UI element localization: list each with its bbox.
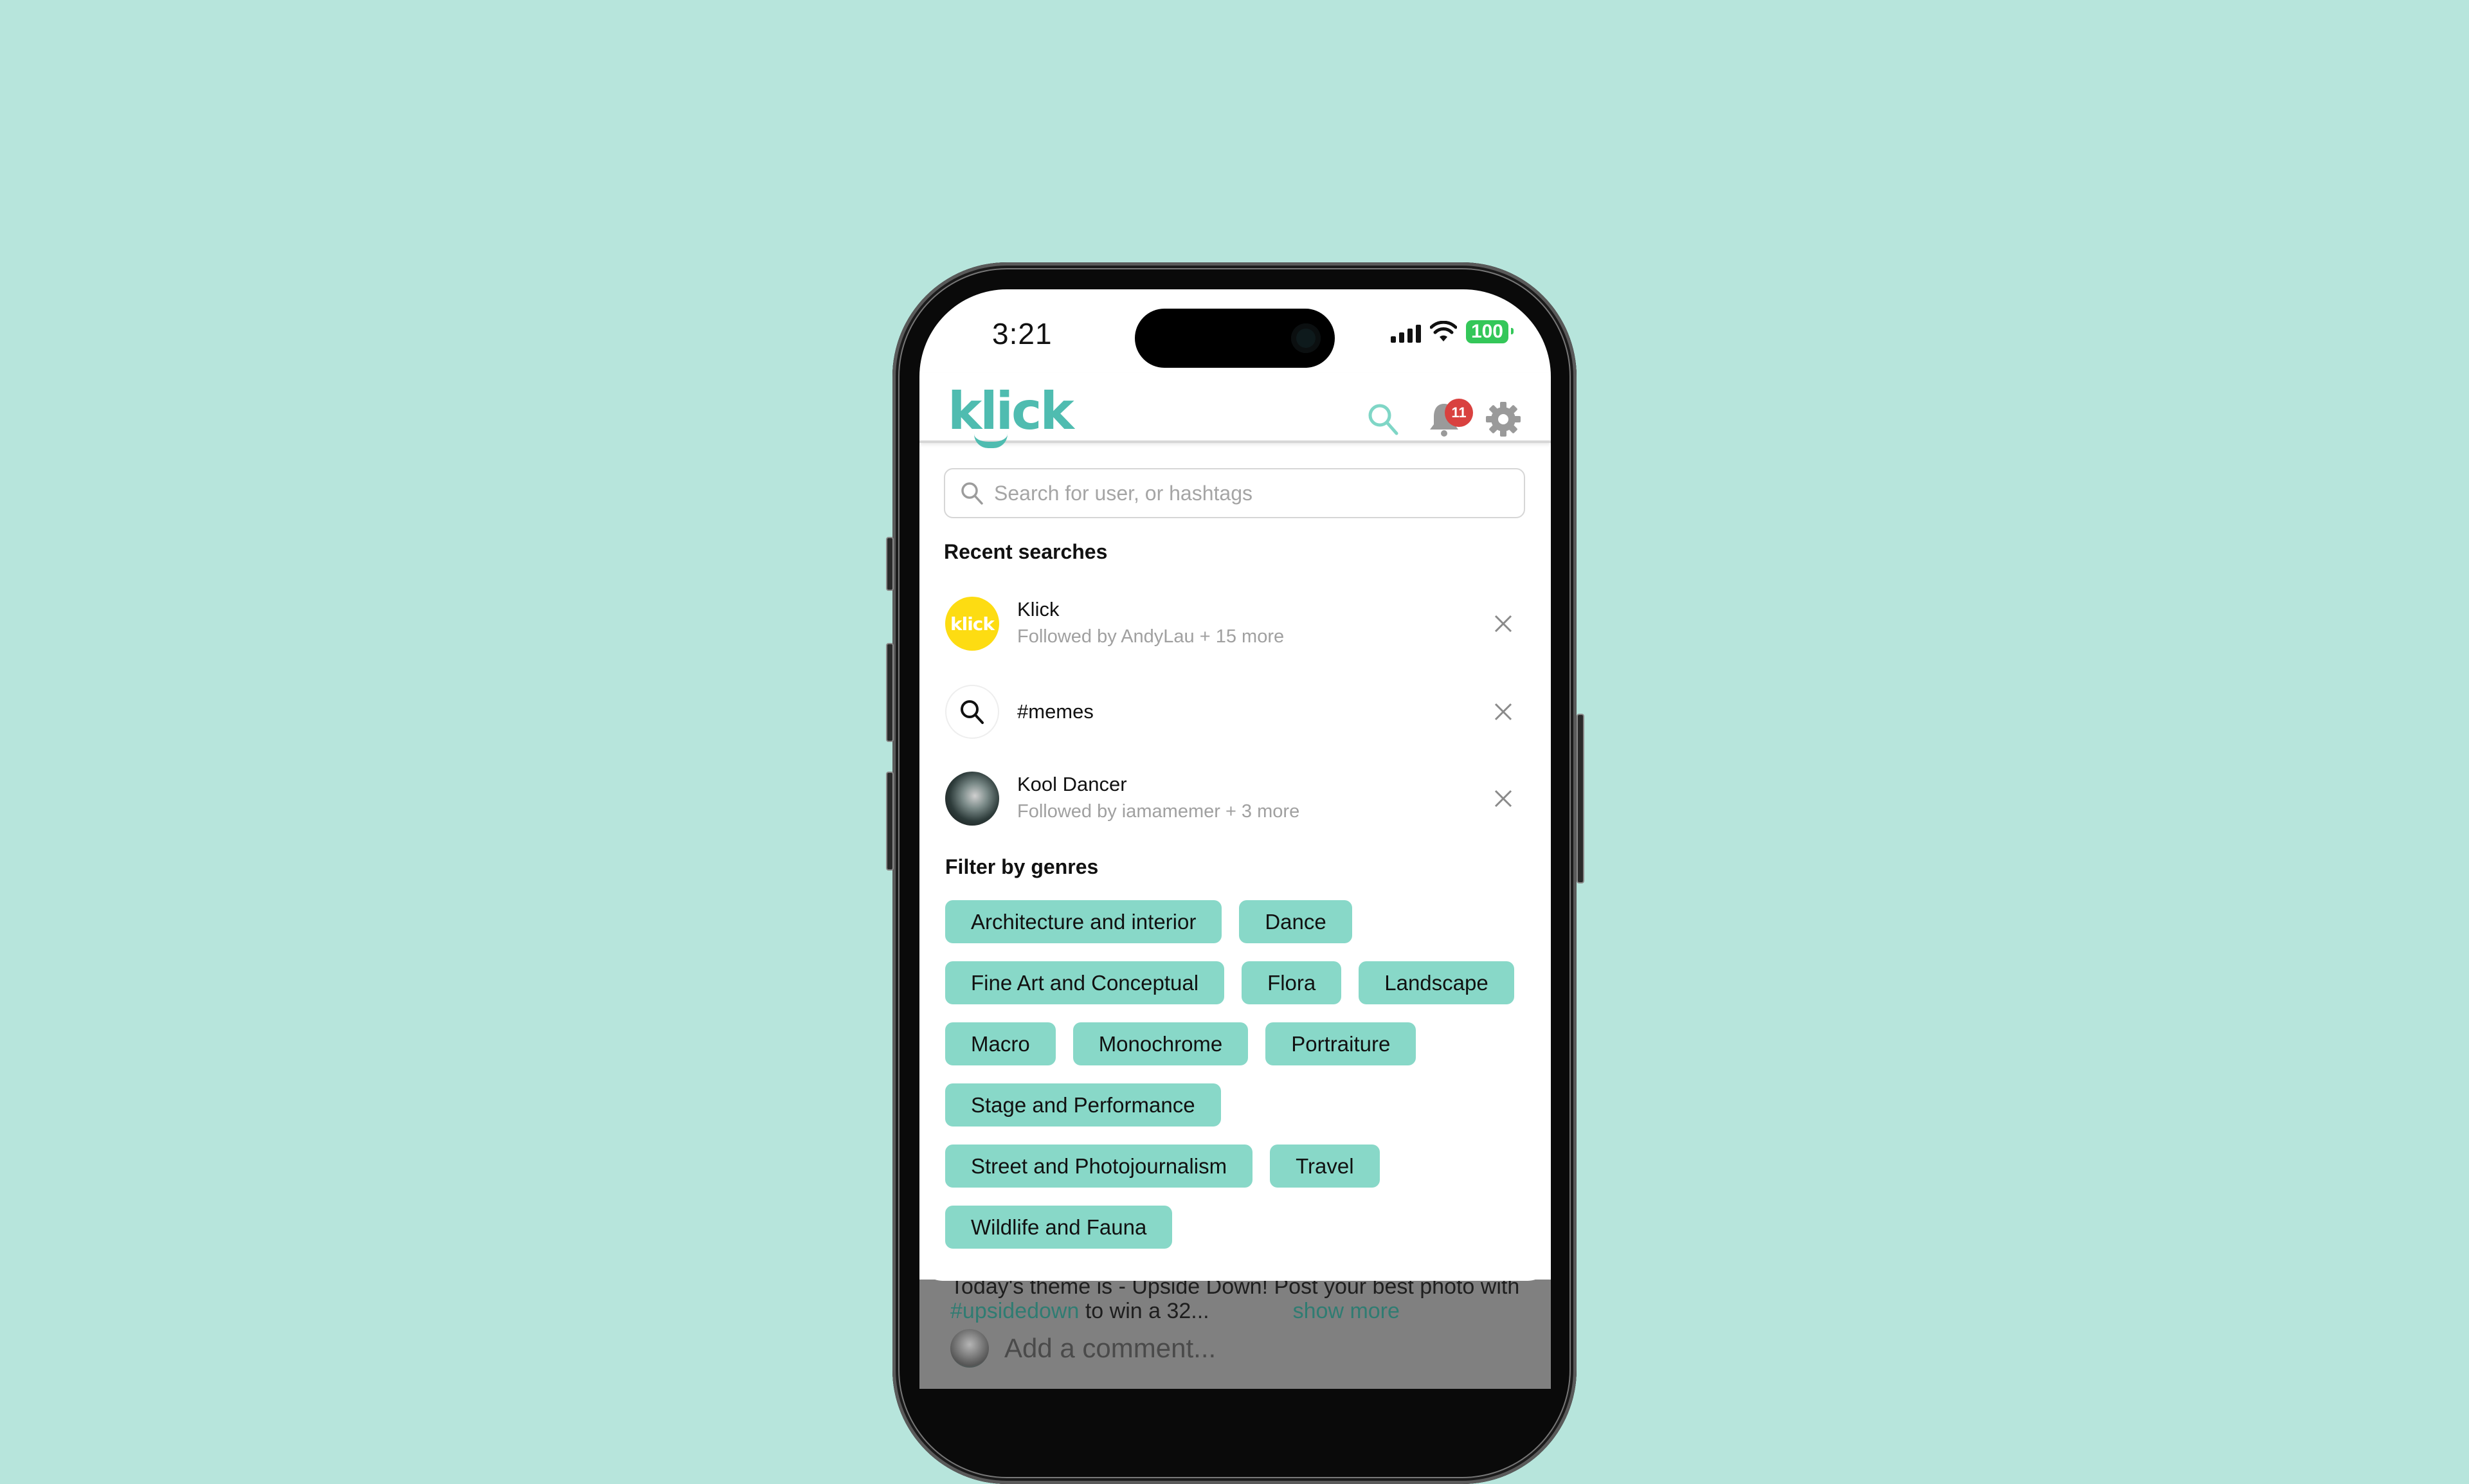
close-icon[interactable] (1489, 610, 1517, 638)
notification-badge: 11 (1445, 399, 1473, 427)
logo-smile (974, 434, 1008, 448)
search-field[interactable] (944, 468, 1525, 518)
chip-row: Wildlife and Fauna (945, 1206, 1524, 1249)
battery-indicator: 100 (1465, 320, 1514, 343)
recent-item-title: #memes (1017, 700, 1094, 723)
action-button (886, 537, 894, 591)
search-input[interactable] (993, 480, 1497, 506)
genre-chip[interactable]: Portraiture (1265, 1022, 1416, 1065)
recent-item-klick[interactable]: klick Klick Followed by AndyLau + 15 mor… (944, 592, 1525, 656)
hashtag-link[interactable]: #upsidedown (950, 1299, 1079, 1323)
power-button (1577, 714, 1584, 883)
chip-row: Macro Monochrome Portraiture (945, 1022, 1524, 1065)
genre-chip[interactable]: Architecture and interior (945, 900, 1222, 943)
chip-row: Stage and Performance (945, 1083, 1524, 1127)
genre-chip[interactable]: Monochrome (1072, 1022, 1249, 1065)
recent-item-memes[interactable]: #memes (944, 680, 1525, 744)
genre-chip[interactable]: Wildlife and Fauna (945, 1206, 1173, 1249)
wifi-icon (1429, 321, 1457, 341)
genre-chip[interactable]: Fine Art and Conceptual (945, 961, 1225, 1004)
camera-icon (1291, 323, 1321, 353)
show-more-link[interactable]: show more (1293, 1299, 1400, 1323)
caption-rest: to win a 32... (1079, 1299, 1209, 1323)
hashtag-search-avatar (945, 685, 999, 739)
status-indicators: 100 (1390, 320, 1514, 343)
search-icon[interactable] (1364, 400, 1403, 439)
genre-chip[interactable]: Macro (945, 1022, 1056, 1065)
recent-searches-title: Recent searches (944, 540, 1108, 563)
genre-chip[interactable]: Travel (1270, 1145, 1380, 1188)
genre-chip[interactable]: Street and Photojournalism (945, 1145, 1253, 1188)
klick-logo[interactable]: klick (948, 386, 1074, 437)
search-sheet-bottom-edge (919, 1254, 1551, 1281)
cellular-signal-icon (1390, 321, 1421, 343)
genre-chip[interactable]: Landscape (1359, 961, 1514, 1004)
genre-chip[interactable]: Stage and Performance (945, 1083, 1221, 1127)
status-time: 3:21 (992, 317, 1053, 350)
close-icon[interactable] (1489, 784, 1517, 813)
app-header: klick 11 (919, 373, 1551, 448)
chip-row: Architecture and interior Dance (945, 900, 1524, 943)
add-comment-input[interactable]: Add a comment... (1004, 1333, 1216, 1364)
filter-by-genres-title: Filter by genres (945, 855, 1099, 878)
comment-row[interactable]: Add a comment... (950, 1329, 1216, 1368)
chip-row: Fine Art and Conceptual Flora Landscape (945, 961, 1524, 1004)
recent-item-kool-dancer[interactable]: Kool Dancer Followed by iamamemer + 3 mo… (944, 766, 1525, 831)
dynamic-island (1135, 309, 1335, 368)
recent-item-subtitle: Followed by AndyLau + 15 more (1017, 626, 1285, 647)
genre-chip[interactable]: Flora (1242, 961, 1342, 1004)
recent-item-subtitle: Followed by iamamemer + 3 more (1017, 801, 1300, 822)
search-icon (961, 482, 983, 505)
genre-chips: Architecture and interior Dance Fine Art… (945, 900, 1524, 1267)
post-caption-line2: #upsidedown to win a 32... show more (950, 1299, 1400, 1324)
user-avatar (950, 1329, 989, 1368)
kool-dancer-avatar (945, 772, 999, 826)
volume-up-button (886, 643, 894, 742)
gear-icon[interactable] (1484, 400, 1523, 439)
chip-row: Street and Photojournalism Travel (945, 1145, 1524, 1188)
klick-avatar: klick (945, 597, 999, 651)
recent-item-title: Klick (1017, 598, 1060, 620)
phone-screen: 3:21 100 klick 11 Search for user, or ha… (919, 289, 1551, 1389)
close-icon[interactable] (1489, 698, 1517, 726)
genre-chip[interactable]: Dance (1239, 900, 1352, 943)
volume-down-button (886, 772, 894, 871)
recent-item-title: Kool Dancer (1017, 773, 1127, 795)
search-icon (961, 700, 984, 724)
